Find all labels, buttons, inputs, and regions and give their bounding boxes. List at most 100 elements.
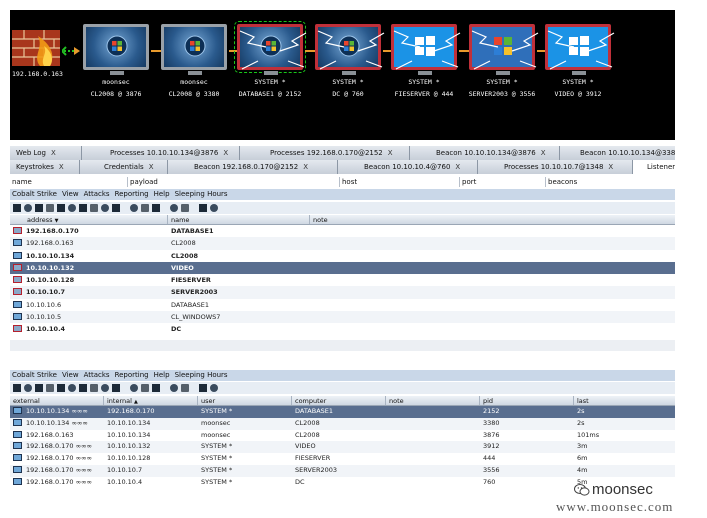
web-log-icon[interactable] xyxy=(141,384,149,392)
download-icon[interactable] xyxy=(90,204,98,212)
targets-row[interactable]: 192.168.0.163 CL2008 xyxy=(10,237,675,250)
beacons-row[interactable]: 192.168.0.170 ∞∞∞ 10.10.10.128 SYSTEM * FIE… xyxy=(10,453,675,465)
beacons-row[interactable]: 10.10.10.134 ∞∞∞ 10.10.10.134 moonsec CL200… xyxy=(10,417,675,430)
screenshots-icon[interactable] xyxy=(112,384,120,392)
documentation-icon[interactable] xyxy=(199,204,207,212)
tab-processes-170-2152[interactable]: Processes 192.168.0.170@2152 X xyxy=(240,146,410,160)
beacons-col-last[interactable]: last xyxy=(574,396,675,405)
targets-row[interactable]: 10.10.10.4 DC xyxy=(10,323,675,336)
targets-col-address[interactable]: address ▼ xyxy=(10,215,168,224)
menu-bottom-view[interactable]: View xyxy=(62,370,79,381)
pivot-node[interactable]: moonsec CL2008 @ 3876 xyxy=(80,24,152,100)
tab-listeners[interactable]: Listeners xyxy=(633,160,675,174)
sessions-table-icon[interactable] xyxy=(57,204,65,212)
pivot-node[interactable]: SYSTEM * DC @ 760 xyxy=(312,24,385,100)
listeners-col-beacons[interactable]: beacons xyxy=(546,177,675,187)
targets-icon[interactable] xyxy=(68,204,76,212)
sessions-table-icon[interactable] xyxy=(57,384,65,392)
keys-icon[interactable] xyxy=(101,204,109,212)
beacons-col-computer[interactable]: computer xyxy=(292,396,386,405)
disconnect-icon[interactable] xyxy=(24,384,32,392)
settings-icon[interactable] xyxy=(130,204,138,212)
targets-row[interactable]: 192.168.0.170 DATABASE1 xyxy=(10,225,675,238)
help-icon[interactable] xyxy=(210,204,218,212)
targets-col-name[interactable]: name xyxy=(168,215,310,224)
scripts-icon[interactable] xyxy=(152,384,160,392)
beacons-row[interactable]: 192.168.0.170 ∞∞∞ 10.10.10.132 SYSTEM * VID… xyxy=(10,441,675,454)
connect-icon[interactable] xyxy=(13,384,21,392)
targets-row[interactable]: 10.10.10.128 FIESERVER xyxy=(10,274,675,287)
tab-web-log[interactable]: Web Log X xyxy=(10,146,82,160)
menu-bottom-help[interactable]: Help xyxy=(154,370,170,381)
menu-top-help[interactable]: Help xyxy=(154,189,170,200)
settings-icon[interactable] xyxy=(130,384,138,392)
disconnect-icon[interactable] xyxy=(24,204,32,212)
menu-bottom-reporting[interactable]: Reporting xyxy=(115,370,149,381)
listeners-icon[interactable] xyxy=(35,204,43,212)
tab-credentials[interactable]: Credentials X xyxy=(80,160,168,174)
web-log-icon[interactable] xyxy=(141,204,149,212)
scripts-icon[interactable] xyxy=(152,204,160,212)
tab-beacon-170-2152[interactable]: Beacon 192.168.0.170@2152 X xyxy=(168,160,338,174)
help-icon[interactable] xyxy=(210,384,218,392)
listeners-table-header: name payload host port beacons xyxy=(10,177,675,187)
beacon-last: 6m xyxy=(577,454,588,463)
host-os-icon xyxy=(13,325,22,333)
menu-top-view[interactable]: View xyxy=(62,189,79,200)
listeners-col-name[interactable]: name xyxy=(10,177,128,187)
tab-processes-7-1348[interactable]: Processes 10.10.10.7@1348 X xyxy=(478,160,633,174)
beacons-col-note[interactable]: note xyxy=(386,396,480,405)
tab-beacon-134-3380[interactable]: Beacon 10.10.10.134@3380 xyxy=(560,146,675,160)
credentials-icon[interactable] xyxy=(79,204,87,212)
beacons-col-internal[interactable]: internal ▲ xyxy=(104,396,198,405)
menu-top-attacks[interactable]: Attacks xyxy=(84,189,110,200)
menu-top-sleeping-hours[interactable]: Sleeping Hours xyxy=(175,189,228,200)
connect-icon[interactable] xyxy=(13,204,21,212)
pivot-node[interactable]: SYSTEM * SERVER2003 @ 3556 xyxy=(466,24,539,100)
beacons-col-user[interactable]: user xyxy=(198,396,292,405)
pivot-node[interactable]: SYSTEM * VIDEO @ 3912 xyxy=(542,24,615,100)
menu-top-reporting[interactable]: Reporting xyxy=(115,189,149,200)
targets-row[interactable]: 10.10.10.5 CL_WINDOWS7 xyxy=(10,311,675,324)
sessions-graph-icon[interactable] xyxy=(46,204,54,212)
cloud-icon[interactable] xyxy=(181,384,189,392)
pivot-node-host: DC @ 760 xyxy=(332,90,364,98)
menu-bottom-attacks[interactable]: Attacks xyxy=(84,370,110,381)
targets-row[interactable]: 10.10.10.132 VIDEO xyxy=(10,261,675,275)
beacons-row[interactable]: 192.168.0.170 ∞∞∞ 10.10.10.7 SYSTEM * SERVE… xyxy=(10,464,675,477)
tab-beacon-134-3876[interactable]: Beacon 10.10.10.134@3876 X xyxy=(410,146,560,160)
link-icon[interactable] xyxy=(170,204,178,212)
beacons-row[interactable]: 192.168.0.163 10.10.10.134 moonsec CL2008 38… xyxy=(10,429,675,442)
download-icon[interactable] xyxy=(90,384,98,392)
credentials-icon[interactable] xyxy=(79,384,87,392)
targets-col-note[interactable]: note xyxy=(310,215,675,224)
listeners-icon[interactable] xyxy=(35,384,43,392)
keys-icon[interactable] xyxy=(101,384,109,392)
link-icon[interactable] xyxy=(170,384,178,392)
beacons-col-external[interactable]: external xyxy=(10,396,104,405)
pivot-node[interactable]: SYSTEM * DATABASE1 @ 2152 xyxy=(234,21,307,100)
menu-bottom-cobalt-strike[interactable]: Cobalt Strike xyxy=(12,370,57,381)
screenshots-icon[interactable] xyxy=(112,204,120,212)
listeners-col-port[interactable]: port xyxy=(460,177,546,187)
wechat-logo-icon xyxy=(574,484,590,496)
menu-top-cobalt-strike[interactable]: Cobalt Strike xyxy=(12,189,57,200)
menu-bottom-sleeping-hours[interactable]: Sleeping Hours xyxy=(175,370,228,381)
targets-row[interactable]: 10.10.10.7 SERVER2003 xyxy=(10,286,675,299)
targets-icon[interactable] xyxy=(68,384,76,392)
documentation-icon[interactable] xyxy=(199,384,207,392)
tab-keystrokes[interactable]: Keystrokes X xyxy=(10,160,80,174)
screenshot-root: 192.168.0.163 moonsec CL2008 @ 3876 moonse… xyxy=(0,0,707,518)
listeners-col-host[interactable]: host xyxy=(340,177,460,187)
tab-beacon-4-760[interactable]: Beacon 10.10.10.4@760 X xyxy=(338,160,478,174)
pivot-node[interactable]: SYSTEM * FIESERVER @ 444 xyxy=(388,24,461,100)
beacons-col-pid[interactable]: pid xyxy=(480,396,574,405)
tab-processes-134-3876[interactable]: Processes 10.10.10.134@3876 X xyxy=(82,146,240,160)
cloud-icon[interactable] xyxy=(181,204,189,212)
targets-row[interactable]: 10.10.10.6 DATABASE1 xyxy=(10,298,675,312)
sessions-graph-icon[interactable] xyxy=(46,384,54,392)
pivot-node[interactable]: moonsec CL2008 @ 3380 xyxy=(158,24,230,100)
targets-row[interactable]: 10.10.10.134 CL2008 xyxy=(10,249,675,262)
listeners-col-payload[interactable]: payload xyxy=(128,177,340,187)
beacons-row[interactable]: 10.10.10.134 ∞∞∞ 192.168.0.170 SYSTEM * DAT… xyxy=(10,406,675,418)
